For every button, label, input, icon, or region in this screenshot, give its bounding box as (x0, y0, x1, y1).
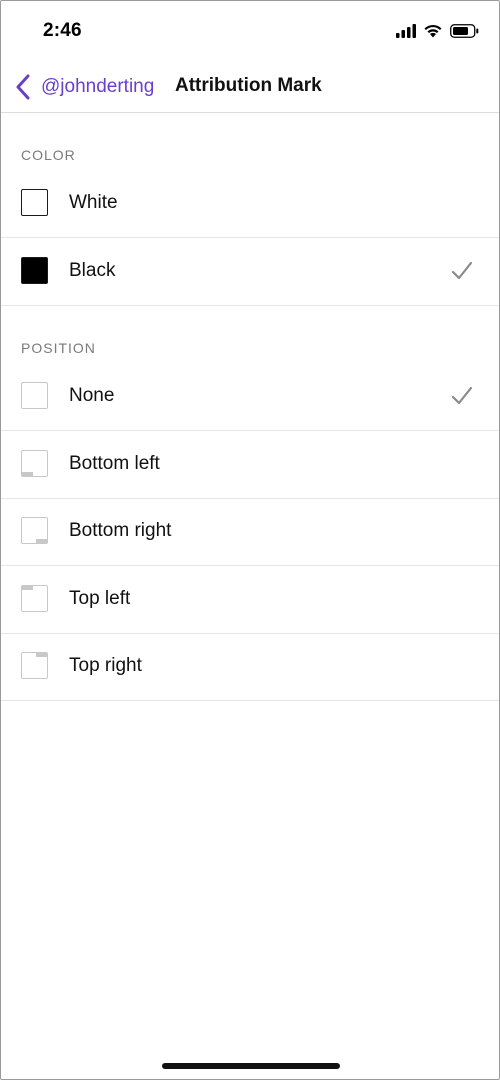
wifi-icon (423, 23, 443, 43)
color-option-white[interactable]: White (1, 170, 499, 238)
position-option-bottom-right[interactable]: Bottom right (1, 498, 499, 566)
option-label: Top left (69, 588, 131, 609)
status-icons (396, 23, 479, 43)
option-label: Bottom right (69, 520, 172, 541)
position-option-top-right[interactable]: Top right (1, 633, 499, 701)
page-title: Attribution Mark (175, 75, 322, 96)
option-label: Black (69, 260, 116, 281)
home-indicator[interactable] (162, 1063, 340, 1069)
section-header-position: POSITION (21, 340, 96, 356)
black-swatch-icon (21, 257, 48, 284)
color-option-black[interactable]: Black (1, 238, 499, 306)
position-option-top-left[interactable]: Top left (1, 566, 499, 634)
position-top-left-icon (21, 585, 48, 612)
option-label: Top right (69, 655, 142, 676)
chevron-left-icon (15, 74, 31, 100)
back-label: @johnderting (41, 76, 155, 97)
navigation-bar: @johnderting Attribution Mark (1, 61, 499, 113)
position-option-bottom-left[interactable]: Bottom left (1, 431, 499, 499)
position-top-right-icon (21, 652, 48, 679)
position-bottom-right-icon (21, 517, 48, 544)
position-none-icon (21, 382, 48, 409)
screen: 2:46 @johnderting Attribution Mark COLOR… (0, 0, 500, 1080)
option-label: None (69, 385, 115, 406)
position-bottom-left-icon (21, 450, 48, 477)
checkmark-icon (451, 385, 473, 407)
section-header-color: COLOR (21, 147, 76, 163)
status-time: 2:46 (43, 20, 82, 41)
status-bar: 2:46 (1, 1, 499, 61)
back-button[interactable]: @johnderting (15, 73, 154, 101)
option-label: Bottom left (69, 453, 160, 474)
checkmark-icon (451, 260, 473, 282)
position-option-none[interactable]: None (1, 363, 499, 431)
signal-icon (396, 23, 416, 43)
battery-icon (450, 23, 479, 43)
white-swatch-icon (21, 189, 48, 216)
option-label: White (69, 192, 118, 213)
